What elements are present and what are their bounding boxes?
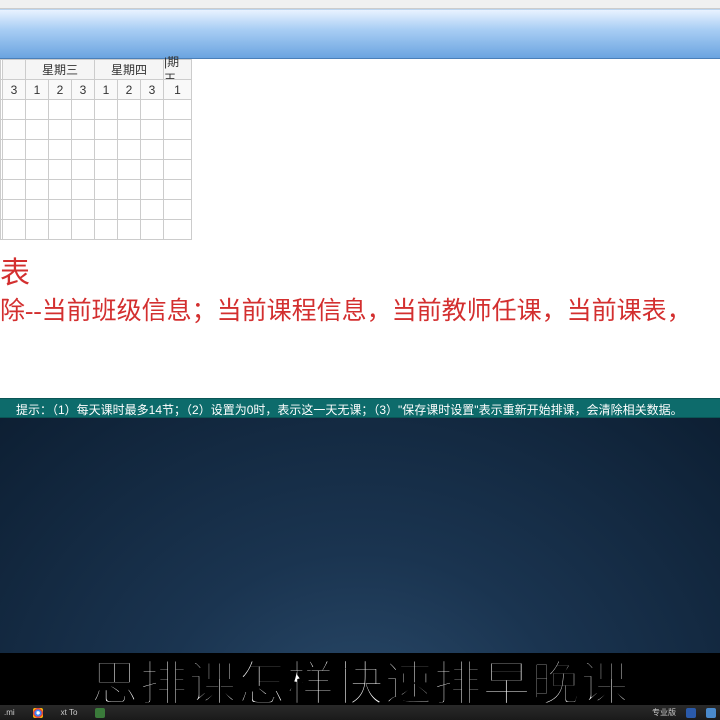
- taskbar-status[interactable]: 专业版: [652, 707, 676, 718]
- desktop-wallpaper[interactable]: [0, 418, 720, 674]
- taskbar-right: 专业版: [652, 707, 716, 718]
- taskbar-item[interactable]: xt To: [61, 708, 78, 717]
- video-caption-band: 思排课怎样快速排早晚课: [0, 653, 720, 705]
- day-header-row: 星期三 星期四 |期王: [0, 59, 191, 79]
- chrome-icon[interactable]: [33, 708, 43, 718]
- period-cell: 3: [71, 79, 94, 99]
- schedule-grid[interactable]: 星期三 星期四 |期王 3 1 2 3 1 2 3 1: [0, 59, 192, 240]
- table-row[interactable]: [0, 179, 191, 199]
- period-cell: 2: [48, 79, 71, 99]
- taskbar[interactable]: .mi xt To 专业版: [0, 705, 720, 720]
- shield-icon[interactable]: [706, 708, 716, 718]
- period-cell: 1: [25, 79, 48, 99]
- period-cell: 1: [163, 79, 191, 99]
- video-caption-text: 思排课怎样快速排早晚课: [90, 653, 629, 705]
- day-header-fri: |期王: [163, 59, 191, 79]
- period-cell: 3: [2, 79, 25, 99]
- taskbar-item[interactable]: .mi: [4, 708, 15, 717]
- period-header-row: 3 1 2 3 1 2 3 1: [0, 79, 191, 99]
- warning-line-2: 除--当前班级信息；当前课程信息，当前教师任课，当前课表，: [0, 294, 720, 330]
- day-header-partial: [2, 59, 25, 79]
- table-row[interactable]: [0, 99, 191, 119]
- tray-icon[interactable]: [686, 708, 696, 718]
- table-row[interactable]: [0, 219, 191, 239]
- warning-text-block: 表 除--当前班级信息；当前课程信息，当前教师任课，当前课表，: [0, 244, 720, 330]
- toolbar-strip: [0, 0, 720, 9]
- day-header-thu: 星期四: [94, 59, 163, 79]
- period-cell: 2: [117, 79, 140, 99]
- table-row[interactable]: [0, 119, 191, 139]
- period-cell: 3: [140, 79, 163, 99]
- warning-line-1: 表: [0, 254, 720, 294]
- window-title-bar[interactable]: [0, 9, 720, 59]
- app-icon[interactable]: [95, 708, 105, 718]
- day-header-wed: 星期三: [25, 59, 94, 79]
- table-row[interactable]: [0, 199, 191, 219]
- main-content: 星期三 星期四 |期王 3 1 2 3 1 2 3 1 表 除--当前班级信息；…: [0, 59, 720, 330]
- table-row[interactable]: [0, 139, 191, 159]
- table-row[interactable]: [0, 159, 191, 179]
- taskbar-left: .mi xt To: [4, 708, 105, 718]
- hint-status-bar: 提示：（1）每天课时最多14节；（2）设置为0时，表示这一天无课；（3）"保存课…: [0, 398, 720, 418]
- period-cell: 1: [94, 79, 117, 99]
